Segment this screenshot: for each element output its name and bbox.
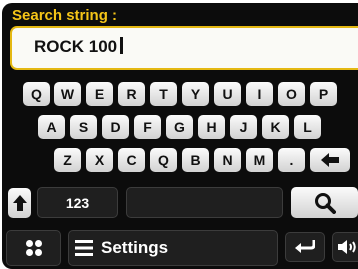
hamburger-icon [75,240,93,256]
key-n[interactable]: N [214,148,241,172]
key-b[interactable]: B [182,148,209,172]
left-arrow-icon [321,153,339,167]
key-t[interactable]: T [150,82,177,106]
search-text: ROCK 100 [34,37,118,56]
space-key[interactable] [126,187,283,218]
key-f[interactable]: F [134,115,161,139]
key-c[interactable]: C [118,148,145,172]
up-arrow-icon [12,195,27,211]
key-l[interactable]: L [294,115,321,139]
key-p[interactable]: P [310,82,337,106]
key-g[interactable]: G [166,115,193,139]
numbers-label: 123 [65,194,90,211]
magnifier-icon [314,192,336,214]
screen: Search string : ROCK 100 Q W E R T Y U I… [2,3,358,269]
key-k[interactable]: K [262,115,289,139]
key-i[interactable]: I [246,82,273,106]
key-r[interactable]: R [118,82,145,106]
search-button[interactable] [291,187,358,218]
key-u[interactable]: U [214,82,241,106]
key-q[interactable]: Q [23,82,50,106]
key-q-row3[interactable]: Q [150,148,177,172]
grid-icon [25,239,43,257]
settings-button[interactable]: Settings [68,230,278,266]
return-arrow-icon [295,239,315,255]
key-h[interactable]: H [198,115,225,139]
key-y[interactable]: Y [182,82,209,106]
key-period[interactable]: . [278,148,305,172]
key-m[interactable]: M [246,148,273,172]
key-j[interactable]: J [230,115,257,139]
speaker-icon [338,239,358,255]
search-value: ROCK 100 [34,37,124,57]
search-input[interactable]: ROCK 100 [10,26,358,70]
key-w[interactable]: W [54,82,81,106]
key-z[interactable]: Z [54,148,81,172]
key-d[interactable]: D [102,115,129,139]
back-button[interactable] [285,232,325,262]
numbers-button[interactable]: 123 [37,187,118,218]
settings-label: Settings [101,238,169,257]
key-e[interactable]: E [86,82,113,106]
shift-button[interactable] [8,188,31,218]
key-o[interactable]: O [278,82,305,106]
menu-button[interactable] [6,230,61,266]
search-title: Search string : [12,7,118,24]
backspace-button[interactable] [310,148,350,172]
volume-button[interactable] [332,232,358,262]
key-x[interactable]: X [86,148,113,172]
key-s[interactable]: S [70,115,97,139]
key-a[interactable]: A [38,115,65,139]
text-cursor [120,37,124,54]
